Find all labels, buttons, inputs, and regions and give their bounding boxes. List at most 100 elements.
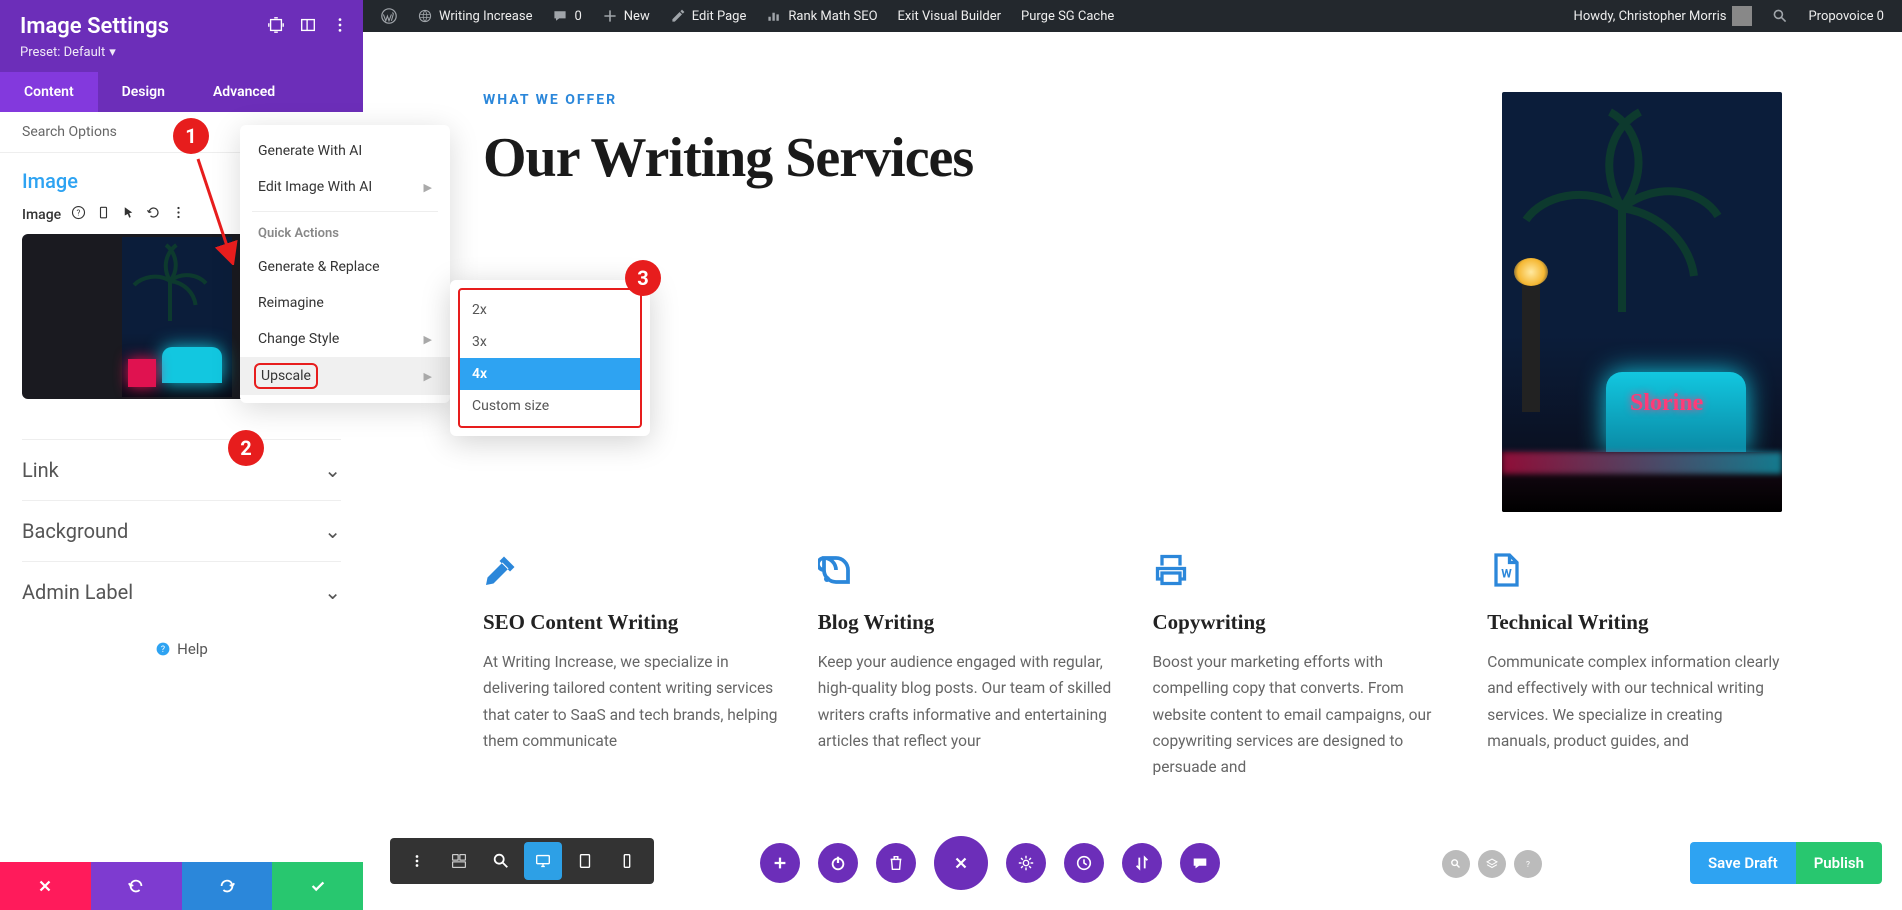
avatar bbox=[1732, 6, 1752, 26]
save-button[interactable] bbox=[272, 862, 363, 910]
panel-icon[interactable] bbox=[299, 16, 317, 38]
chevron-right-icon: ▶ bbox=[424, 181, 432, 194]
chat-button[interactable] bbox=[1180, 843, 1220, 883]
service-title: Copywriting bbox=[1153, 610, 1448, 635]
responsive-toolbar bbox=[390, 838, 654, 884]
printer-icon bbox=[1153, 552, 1189, 588]
tablet-icon[interactable] bbox=[96, 205, 111, 224]
menu-edit-ai[interactable]: Edit Image With AI▶ bbox=[240, 169, 450, 205]
sidebar-header: Image Settings Preset: Default ▾ bbox=[0, 0, 363, 72]
menu-change-style[interactable]: Change Style▶ bbox=[240, 321, 450, 357]
svg-text:?: ? bbox=[1526, 860, 1530, 870]
save-publish-bar: Save Draft Publish bbox=[1690, 842, 1882, 884]
annotation-arrow bbox=[190, 155, 240, 265]
annotation-badge-1: 1 bbox=[173, 118, 209, 154]
more-vertical-icon[interactable] bbox=[171, 205, 186, 224]
accordion-link[interactable]: Link⌄ bbox=[22, 439, 341, 500]
upscale-4x[interactable]: 4x bbox=[460, 358, 640, 390]
annotation-badge-3: 3 bbox=[625, 260, 661, 296]
save-draft-button[interactable]: Save Draft bbox=[1690, 842, 1796, 884]
howdy-user[interactable]: Howdy, Christopher Morris bbox=[1564, 0, 1763, 32]
menu-reimagine[interactable]: Reimagine bbox=[240, 285, 450, 321]
service-body: Keep your audience engaged with regular,… bbox=[818, 649, 1113, 754]
chevron-right-icon: ▶ bbox=[424, 370, 432, 383]
search-circle[interactable] bbox=[1442, 850, 1470, 878]
image-label: Image bbox=[22, 207, 61, 223]
sort-button[interactable] bbox=[1122, 843, 1162, 883]
wireframe-icon[interactable] bbox=[440, 842, 478, 880]
expand-icon[interactable] bbox=[267, 16, 285, 38]
service-body: Boost your marketing efforts with compel… bbox=[1153, 649, 1448, 781]
builder-actions bbox=[760, 836, 1220, 890]
more-icon[interactable] bbox=[331, 16, 349, 38]
sidebar-tabs: Content Design Advanced bbox=[0, 72, 363, 112]
settings-button[interactable] bbox=[1006, 843, 1046, 883]
sidebar-footer bbox=[0, 862, 363, 910]
svg-text:W: W bbox=[1502, 567, 1513, 581]
service-copywriting: Copywriting Boost your marketing efforts… bbox=[1153, 552, 1448, 781]
chevron-down-icon: ⌄ bbox=[324, 580, 341, 604]
rank-math-link[interactable]: Rank Math SEO bbox=[756, 0, 887, 32]
tab-design[interactable]: Design bbox=[98, 72, 189, 112]
page-heading: Our Writing Services bbox=[483, 126, 1442, 190]
help-circle[interactable]: ? bbox=[1514, 850, 1542, 878]
search-icon[interactable] bbox=[1762, 0, 1798, 32]
publish-button[interactable]: Publish bbox=[1796, 842, 1882, 884]
service-blog: Blog Writing Keep your audience engaged … bbox=[818, 552, 1113, 781]
desktop-icon[interactable] bbox=[524, 842, 562, 880]
accordion-admin-label[interactable]: Admin Label⌄ bbox=[22, 561, 341, 622]
chevron-down-icon: ⌄ bbox=[324, 519, 341, 543]
chevron-right-icon: ▶ bbox=[424, 333, 432, 346]
service-technical: W Technical Writing Communicate complex … bbox=[1487, 552, 1782, 781]
history-button[interactable] bbox=[1064, 843, 1104, 883]
power-button[interactable] bbox=[818, 843, 858, 883]
trash-button[interactable] bbox=[876, 843, 916, 883]
new-content-link[interactable]: New bbox=[592, 0, 660, 32]
menu-heading-quick: Quick Actions bbox=[240, 218, 450, 249]
tablet-icon[interactable] bbox=[566, 842, 604, 880]
accordion-background[interactable]: Background⌄ bbox=[22, 500, 341, 561]
service-seo: SEO Content Writing At Writing Increase,… bbox=[483, 552, 778, 781]
upscale-submenu: 2x 3x 4x Custom size bbox=[450, 280, 650, 436]
toolbar-more-icon[interactable] bbox=[398, 842, 436, 880]
menu-generate-ai[interactable]: Generate With AI bbox=[240, 133, 450, 169]
preset-selector[interactable]: Preset: Default ▾ bbox=[20, 45, 343, 60]
zoom-icon[interactable] bbox=[482, 842, 520, 880]
help-icon[interactable]: ? bbox=[71, 205, 86, 224]
close-builder-button[interactable] bbox=[934, 836, 988, 890]
tab-content[interactable]: Content bbox=[0, 72, 98, 112]
services-grid: SEO Content Writing At Writing Increase,… bbox=[483, 552, 1782, 781]
service-title: Technical Writing bbox=[1487, 610, 1782, 635]
hero-image bbox=[1502, 92, 1782, 512]
add-button[interactable] bbox=[760, 843, 800, 883]
service-body: At Writing Increase, we specialize in de… bbox=[483, 649, 778, 754]
pencil-ruler-icon bbox=[483, 552, 519, 588]
upscale-custom[interactable]: Custom size bbox=[460, 390, 640, 422]
layers-circle[interactable] bbox=[1478, 850, 1506, 878]
upscale-2x[interactable]: 2x bbox=[460, 294, 640, 326]
blog-icon bbox=[818, 552, 854, 588]
reset-icon[interactable] bbox=[146, 205, 161, 224]
wp-logo[interactable] bbox=[371, 0, 407, 32]
cancel-button[interactable] bbox=[0, 862, 91, 910]
document-icon: W bbox=[1487, 552, 1523, 588]
menu-generate-replace[interactable]: Generate & Replace bbox=[240, 249, 450, 285]
propovoice-link[interactable]: Propovoice 0 bbox=[1798, 0, 1894, 32]
exit-visual-builder-link[interactable]: Exit Visual Builder bbox=[888, 0, 1011, 32]
redo-button[interactable] bbox=[182, 862, 273, 910]
upscale-3x[interactable]: 3x bbox=[460, 326, 640, 358]
help-circles: ? bbox=[1442, 850, 1542, 878]
site-name-link[interactable]: Writing Increase bbox=[407, 0, 542, 32]
help-link[interactable]: ?Help bbox=[22, 622, 341, 676]
phone-icon[interactable] bbox=[608, 842, 646, 880]
comments-link[interactable]: 0 bbox=[542, 0, 591, 32]
service-title: SEO Content Writing bbox=[483, 610, 778, 635]
edit-page-link[interactable]: Edit Page bbox=[660, 0, 757, 32]
menu-upscale[interactable]: Upscale▶ bbox=[240, 357, 450, 395]
annotation-badge-2: 2 bbox=[228, 430, 264, 466]
hover-icon[interactable] bbox=[121, 205, 136, 224]
purge-cache-link[interactable]: Purge SG Cache bbox=[1011, 0, 1124, 32]
service-title: Blog Writing bbox=[818, 610, 1113, 635]
undo-button[interactable] bbox=[91, 862, 182, 910]
tab-advanced[interactable]: Advanced bbox=[189, 72, 299, 112]
